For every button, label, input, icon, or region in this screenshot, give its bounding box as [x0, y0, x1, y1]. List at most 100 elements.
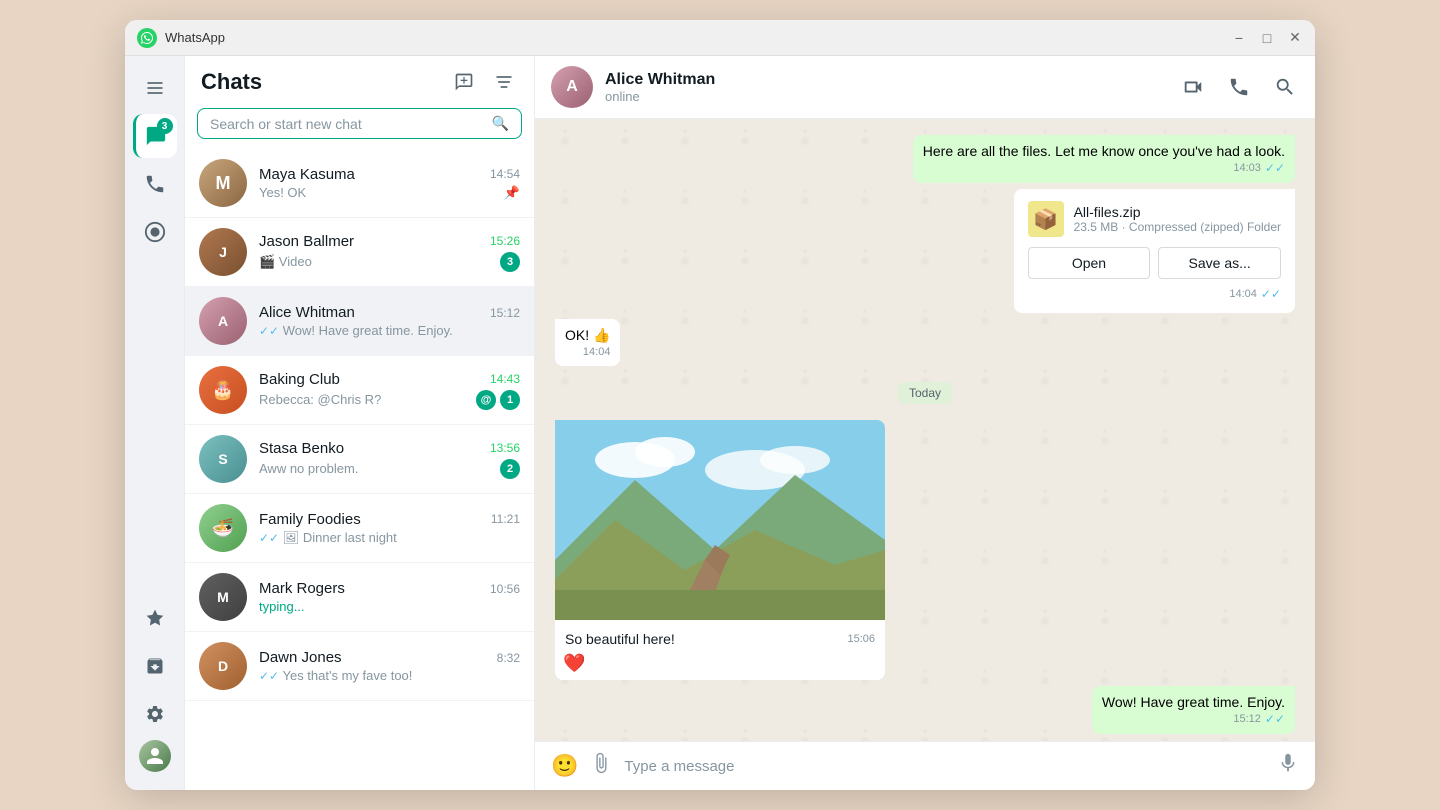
file-size: 23.5 MB · Compressed (zipped) Folder: [1074, 220, 1281, 234]
mic-button[interactable]: [1277, 752, 1299, 780]
chat-avatar-dawn: D: [199, 642, 247, 690]
message-m6: Wow! Have great time. Enjoy. 15:12 ✓✓: [1092, 686, 1295, 734]
menu-icon-button[interactable]: [133, 66, 177, 110]
save-file-button[interactable]: Save as...: [1158, 247, 1281, 279]
chat-time-mark: 10:56: [490, 582, 520, 596]
chat-info-family: Family Foodies 11:21 ✓✓ 🖼 Dinner last ni…: [259, 511, 520, 546]
chats-badge: 3: [157, 118, 173, 134]
chat-preview-alice: ✓✓ Wow! Have great time. Enjoy.: [259, 323, 520, 338]
chat-info-mark: Mark Rogers 10:56 typing...: [259, 580, 520, 614]
chat-info-stasa: Stasa Benko 13:56 Aww no problem. 2: [259, 440, 520, 479]
chat-header-info: Alice Whitman online: [605, 71, 1167, 104]
image-reaction: ❤️: [555, 651, 885, 680]
chat-messages-content: Here are all the files. Let me know once…: [555, 135, 1295, 734]
chat-info-jason: Jason Ballmer 15:26 🎬 Video 3: [259, 233, 520, 272]
chat-header-name: Alice Whitman: [605, 71, 1167, 89]
chat-info-baking: Baking Club 14:43 Rebecca: @Chris R? @ 1: [259, 371, 520, 410]
close-button[interactable]: ✕: [1287, 30, 1303, 46]
image-caption: So beautiful here!: [565, 631, 675, 647]
date-divider: Today: [555, 384, 1295, 402]
chat-item-baking[interactable]: 🎂 Baking Club 14:43 Rebecca: @Chris R? @…: [185, 356, 534, 425]
chat-header-actions: [1179, 73, 1299, 101]
file-name: All-files.zip: [1074, 204, 1281, 220]
new-chat-icon[interactable]: [450, 68, 478, 96]
minimize-button[interactable]: −: [1231, 30, 1247, 46]
search-icon: 🔍: [492, 115, 509, 132]
chat-name-mark: Mark Rogers: [259, 580, 345, 597]
user-avatar[interactable]: [139, 740, 171, 772]
message-m5: So beautiful here! 15:06 ❤️: [555, 420, 885, 680]
file-icon: 📦: [1028, 201, 1064, 237]
search-bar: 🔍: [185, 104, 534, 149]
file-time: 14:04: [1229, 288, 1257, 300]
message-input[interactable]: [624, 758, 1265, 775]
nav-status-button[interactable]: [133, 210, 177, 254]
icon-nav-top: 3: [133, 66, 177, 596]
header-icons: [450, 68, 518, 96]
message-text-m1: Here are all the files. Let me know once…: [923, 143, 1285, 159]
chat-avatar-alice: A: [199, 297, 247, 345]
chat-item-dawn[interactable]: D Dawn Jones 8:32 ✓✓ Yes that's my fave …: [185, 632, 534, 701]
message-time-m6: 15:12: [1233, 713, 1261, 725]
chat-panel: A Alice Whitman online: [535, 56, 1315, 790]
chat-preview-baking: Rebecca: @Chris R?: [259, 392, 476, 407]
chat-preview-maya: Yes! OK: [259, 185, 504, 200]
filter-icon[interactable]: [490, 68, 518, 96]
chat-time-baking: 14:43: [490, 372, 520, 386]
chat-item-stasa[interactable]: S Stasa Benko 13:56 Aww no problem. 2: [185, 425, 534, 494]
nav-settings-button[interactable]: [133, 692, 177, 736]
voice-call-button[interactable]: [1225, 73, 1253, 101]
nav-calls-button[interactable]: [133, 162, 177, 206]
chat-header-avatar[interactable]: A: [551, 66, 593, 108]
chat-item-family[interactable]: 🍜 Family Foodies 11:21 ✓✓ 🖼 Dinner last …: [185, 494, 534, 563]
message-text-m6: Wow! Have great time. Enjoy.: [1102, 694, 1285, 710]
chat-list-header: Chats: [185, 56, 534, 104]
nav-starred-button[interactable]: [133, 596, 177, 640]
emoji-button[interactable]: 🙂: [551, 753, 578, 779]
unread-badge-jason: 3: [500, 252, 520, 272]
chat-item-jason[interactable]: J Jason Ballmer 15:26 🎬 Video 3: [185, 218, 534, 287]
chat-preview-jason: 🎬 Video: [259, 254, 500, 270]
nav-chats-button[interactable]: 3: [133, 114, 177, 158]
message-m2: 📦 All-files.zip 23.5 MB · Compressed (zi…: [1014, 189, 1295, 313]
unread-badge-baking: @: [476, 390, 496, 410]
unread-badge-stasa: 2: [500, 459, 520, 479]
search-input-wrap: 🔍: [197, 108, 522, 139]
chat-header: A Alice Whitman online: [535, 56, 1315, 119]
chat-preview-stasa: Aww no problem.: [259, 461, 500, 476]
chat-time-alice: 15:12: [490, 306, 520, 320]
file-actions: Open Save as...: [1028, 247, 1281, 279]
message-m3: OK! 👍 14:04: [555, 319, 620, 366]
title-bar-controls: − □ ✕: [1231, 30, 1303, 46]
date-divider-text: Today: [897, 382, 953, 404]
message-time-m3: 14:04: [583, 346, 611, 358]
chat-list: M Maya Kasuma 14:54 Yes! OK 📌: [185, 149, 534, 790]
chat-item-mark[interactable]: M Mark Rogers 10:56 typing...: [185, 563, 534, 632]
message-check-m1: ✓✓: [1265, 161, 1285, 175]
chat-info-maya: Maya Kasuma 14:54 Yes! OK 📌: [259, 166, 520, 201]
chat-list-title: Chats: [201, 69, 262, 95]
open-file-button[interactable]: Open: [1028, 247, 1151, 279]
chat-avatar-family: 🍜: [199, 504, 247, 552]
chat-name-dawn: Dawn Jones: [259, 649, 342, 666]
image-time: 15:06: [847, 633, 875, 645]
chat-avatar-jason: J: [199, 228, 247, 276]
maximize-button[interactable]: □: [1259, 30, 1275, 46]
chat-info-alice: Alice Whitman 15:12 ✓✓ Wow! Have great t…: [259, 304, 520, 338]
chat-header-status: online: [605, 89, 1167, 104]
chat-input-bar: 🙂: [535, 741, 1315, 790]
message-text-m3: OK! 👍: [565, 327, 610, 343]
chat-item-alice[interactable]: A Alice Whitman 15:12 ✓✓ Wow! Have great…: [185, 287, 534, 356]
search-input[interactable]: [210, 116, 492, 132]
chat-time-jason: 15:26: [490, 234, 520, 248]
search-chat-button[interactable]: [1271, 73, 1299, 101]
unread-count-baking: 1: [500, 390, 520, 410]
chat-name-jason: Jason Ballmer: [259, 233, 354, 250]
chat-item-maya[interactable]: M Maya Kasuma 14:54 Yes! OK 📌: [185, 149, 534, 218]
chat-time-stasa: 13:56: [490, 441, 520, 455]
title-bar: WhatsApp − □ ✕: [125, 20, 1315, 56]
attach-button[interactable]: [590, 752, 612, 780]
nav-archive-button[interactable]: [133, 644, 177, 688]
chat-avatar-stasa: S: [199, 435, 247, 483]
video-call-button[interactable]: [1179, 73, 1207, 101]
